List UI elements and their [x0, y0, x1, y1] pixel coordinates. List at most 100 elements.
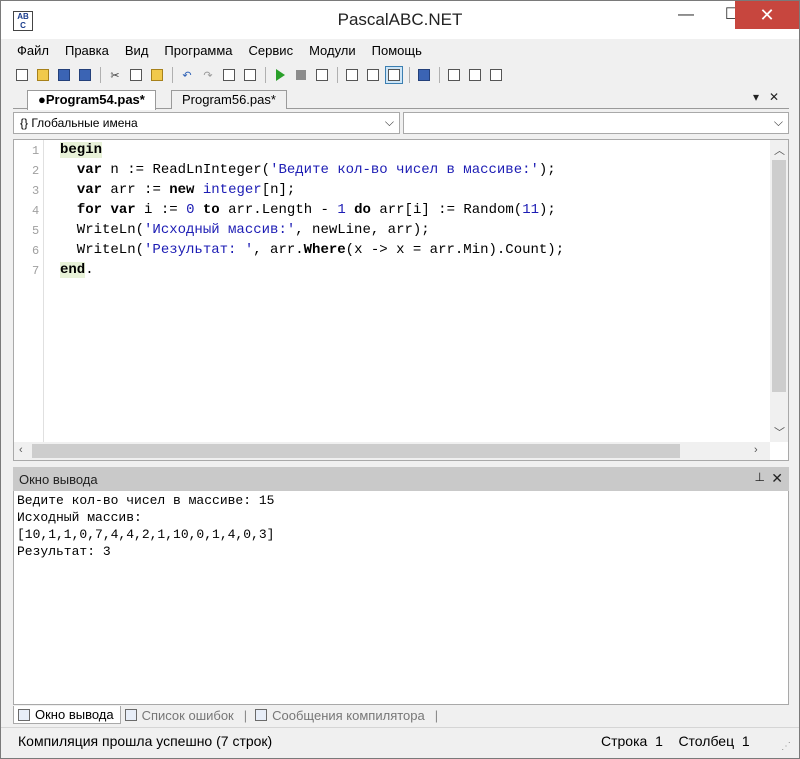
- cursor-position: Строка 1 Столбец 1: [601, 733, 750, 749]
- code-token: [n];: [261, 182, 296, 198]
- code-token: end: [60, 262, 86, 278]
- line-number: 2: [32, 164, 40, 178]
- toolbar: ✂ ↶ ↷: [13, 64, 508, 86]
- tab-program54[interactable]: ●Program54.pas*: [27, 90, 156, 110]
- output-line: Результат: 3: [17, 544, 111, 559]
- output-panel-header: Окно вывода ⊥ ✕: [13, 467, 789, 491]
- scope-select[interactable]: {} Глобальные имена ⌵: [13, 112, 400, 134]
- menu-file[interactable]: Файл: [9, 41, 57, 61]
- close-window-button[interactable]: ✕: [735, 1, 799, 29]
- code-token: i :=: [135, 202, 187, 218]
- horizontal-scroll-thumb[interactable]: [32, 444, 680, 458]
- bottom-tabs: Окно вывода Список ошибок | Сообщения ко…: [13, 705, 442, 725]
- debug-icon[interactable]: [415, 66, 433, 84]
- menu-program[interactable]: Программа: [156, 41, 240, 61]
- code-line[interactable]: end.: [60, 260, 94, 280]
- step-into-icon[interactable]: [445, 66, 463, 84]
- menu-modules[interactable]: Модули: [301, 41, 364, 61]
- step-out-icon[interactable]: [487, 66, 505, 84]
- code-editor[interactable]: 1 2 3 4 5 6 7 begin var n := ReadLnInteg…: [13, 139, 789, 461]
- scroll-left-icon[interactable]: ‹: [19, 444, 23, 456]
- line-number: 1: [32, 144, 40, 158]
- new-file-icon[interactable]: [13, 66, 31, 84]
- member-select[interactable]: ⌵: [403, 112, 789, 134]
- menu-help[interactable]: Помощь: [364, 41, 430, 61]
- code-line[interactable]: WriteLn('Исходный массив:', newLine, arr…: [60, 220, 430, 240]
- app-window: AB C PascalABC.NET — ☐ ✕ Файл Правка Вид…: [0, 0, 800, 759]
- close-panel-icon[interactable]: ✕: [771, 470, 783, 487]
- code-line[interactable]: for var i := 0 to arr.Length - 1 do arr[…: [60, 200, 556, 220]
- menu-edit[interactable]: Правка: [57, 41, 117, 61]
- navigate-forward-icon[interactable]: [241, 66, 259, 84]
- tabs-dropdown-icon[interactable]: ▾: [753, 90, 759, 104]
- window-icon: [18, 708, 30, 721]
- code-token: arr.Length -: [219, 202, 338, 218]
- stop-icon[interactable]: [292, 66, 310, 84]
- code-line[interactable]: var arr := new integer[n];: [60, 180, 295, 200]
- menu-view[interactable]: Вид: [117, 41, 157, 61]
- code-line[interactable]: begin: [60, 140, 103, 160]
- vertical-scrollbar[interactable]: ︿ ﹀: [770, 140, 788, 442]
- format-code-icon[interactable]: [364, 66, 382, 84]
- output-line: [10,1,1,0,7,4,4,2,1,10,0,1,4,0,3]: [17, 527, 275, 542]
- undo-icon[interactable]: ↶: [178, 66, 196, 84]
- code-token: , arr.: [253, 242, 304, 258]
- code-line[interactable]: WriteLn('Результат: ', arr.Where(x -> x …: [60, 240, 564, 260]
- toolbar-separator: [100, 67, 101, 83]
- scroll-right-icon[interactable]: ›: [754, 444, 758, 456]
- tab-error-list[interactable]: Список ошибок: [121, 707, 240, 724]
- code-token: to: [202, 202, 220, 218]
- output-text-area[interactable]: Ведите кол-во чисел в массиве: 15 Исходн…: [13, 491, 789, 705]
- menu-service[interactable]: Сервис: [241, 41, 302, 61]
- code-line[interactable]: var n := ReadLnInteger('Ведите кол-во чи…: [60, 160, 556, 180]
- code-token: .: [85, 262, 94, 278]
- resize-grip-icon[interactable]: ⋰: [781, 741, 791, 752]
- code-token: do: [354, 202, 371, 218]
- code-token: 'Ведите кол-во чисел в массиве:': [270, 162, 539, 178]
- paste-icon[interactable]: [148, 66, 166, 84]
- code-token: 'Результат: ': [144, 242, 254, 258]
- line-number: 5: [32, 224, 40, 238]
- redo-icon[interactable]: ↷: [199, 66, 217, 84]
- code-token: 11: [522, 202, 539, 218]
- pin-icon[interactable]: ⊥: [755, 470, 765, 484]
- line-number: 4: [32, 204, 40, 218]
- code-token: var: [110, 202, 136, 218]
- run-icon[interactable]: [271, 66, 289, 84]
- tab-output-window[interactable]: Окно вывода: [13, 706, 121, 724]
- horizontal-scrollbar[interactable]: ‹ ›: [14, 442, 770, 460]
- tab-compiler-messages[interactable]: Сообщения компилятора: [251, 707, 431, 724]
- file-tabs: ●Program54.pas* Program56.pas* ▾ ✕: [13, 89, 789, 110]
- code-token: WriteLn(: [60, 242, 145, 258]
- open-folder-icon[interactable]: [34, 66, 52, 84]
- scroll-up-icon[interactable]: ︿: [774, 142, 785, 158]
- code-token: var: [76, 162, 103, 178]
- line-number: 7: [32, 264, 40, 278]
- code-token: 1: [337, 202, 346, 218]
- chevron-down-icon: ⌵: [773, 115, 783, 129]
- code-token: begin: [60, 142, 103, 158]
- compiler-messages-icon: [255, 709, 268, 721]
- code-token: Where: [303, 242, 346, 258]
- save-icon[interactable]: [55, 66, 73, 84]
- tab-close-icon[interactable]: ✕: [769, 90, 779, 104]
- save-all-icon[interactable]: [76, 66, 94, 84]
- code-token: integer: [202, 182, 262, 198]
- copy-icon[interactable]: [127, 66, 145, 84]
- navigate-back-icon[interactable]: [220, 66, 238, 84]
- comment-icon[interactable]: [343, 66, 361, 84]
- cut-icon[interactable]: ✂: [106, 66, 124, 84]
- output-line: Ведите кол-во чисел в массиве: 15: [17, 493, 275, 508]
- vertical-scroll-thumb[interactable]: [772, 160, 786, 392]
- output-window-icon[interactable]: [385, 66, 403, 84]
- minimize-button[interactable]: —: [663, 1, 709, 29]
- compile-icon[interactable]: [313, 66, 331, 84]
- tab-program56[interactable]: Program56.pas*: [171, 90, 287, 109]
- code-token: WriteLn(: [60, 222, 145, 238]
- scroll-down-icon[interactable]: ﹀: [774, 424, 785, 440]
- step-over-icon[interactable]: [466, 66, 484, 84]
